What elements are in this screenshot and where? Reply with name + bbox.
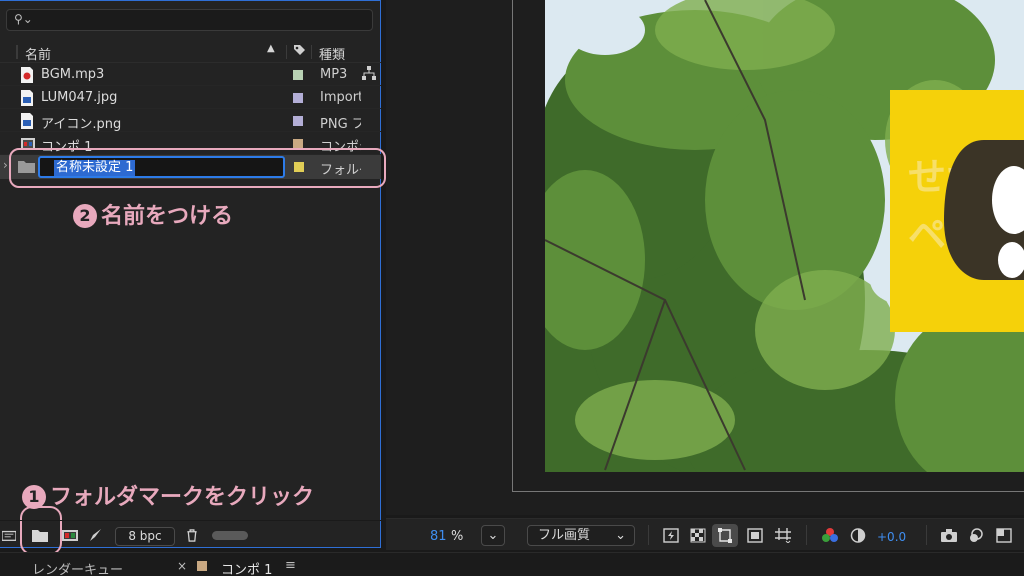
project-panel: ⚲⌄ 名前 ▲ 種類 BGM.mp3 MP3 LUM047.jpg Import xyxy=(0,0,386,555)
camera-snapshot-icon[interactable] xyxy=(941,528,957,543)
color-channels-icon[interactable] xyxy=(822,528,838,543)
search-icon: ⚲⌄ xyxy=(14,12,33,26)
chevron-down-icon: ⌄ xyxy=(615,528,626,543)
mask-path-icon xyxy=(718,528,732,543)
show-snapshot-icon[interactable] xyxy=(968,528,984,543)
item-name: LUM047.jpg xyxy=(41,90,118,105)
label-tag-icon[interactable] xyxy=(293,44,306,57)
column-type-header[interactable]: 種類 xyxy=(319,44,345,63)
toolbar-divider xyxy=(926,525,927,545)
resolution-dropdown[interactable]: フル画質 ⌄ xyxy=(527,525,635,546)
annotation-step2: 2 名前をつける xyxy=(73,198,233,230)
toolbar-divider xyxy=(806,525,807,545)
bottom-tab-bar: レンダーキュー × コンポ 1 ≡ xyxy=(0,552,1024,576)
project-item-row[interactable]: LUM047.jpg Import xyxy=(0,87,381,109)
thumbnail-size-slider[interactable] xyxy=(212,531,248,540)
resolution-value: フル画質 xyxy=(538,528,591,543)
item-name: アイコン.png xyxy=(41,117,122,132)
zoom-value[interactable]: 81 xyxy=(430,529,447,544)
label-color-swatch[interactable] xyxy=(293,93,303,103)
annotation-step-text: 名前をつける xyxy=(101,204,234,229)
annotation-step1: 1 フォルダマークをクリック xyxy=(22,479,314,511)
annotation-highlight-box xyxy=(9,148,386,188)
item-name: BGM.mp3 xyxy=(41,67,105,82)
column-divider[interactable] xyxy=(311,45,312,59)
project-settings-icon[interactable] xyxy=(89,529,103,542)
channel-overlay-icon[interactable] xyxy=(996,528,1012,543)
annotation-step-number: 2 xyxy=(73,204,97,228)
close-icon[interactable]: × xyxy=(177,559,187,573)
label-color-swatch[interactable] xyxy=(293,116,303,126)
interpret-footage-icon[interactable] xyxy=(2,529,16,542)
column-name-header[interactable]: 名前 xyxy=(25,44,51,63)
column-grip[interactable] xyxy=(16,45,18,59)
chevron-down-icon: ⌄ xyxy=(487,528,499,543)
new-composition-icon[interactable] xyxy=(62,529,78,542)
grid-guides-icon[interactable] xyxy=(775,528,791,543)
trash-icon[interactable] xyxy=(185,529,199,542)
exposure-value[interactable]: +0.0 xyxy=(877,530,906,544)
zoom-dropdown[interactable]: ⌄ xyxy=(481,525,505,546)
label-color-swatch[interactable] xyxy=(293,70,303,80)
new-folder-icon[interactable] xyxy=(32,529,48,542)
panel-menu-icon[interactable]: ≡ xyxy=(285,558,296,573)
item-type: Import xyxy=(320,90,361,105)
mask-visibility-button[interactable] xyxy=(712,524,738,547)
toolbar-divider xyxy=(648,525,649,545)
penguin-illustration xyxy=(944,140,1024,280)
flowchart-icon[interactable] xyxy=(362,66,376,80)
project-item-row[interactable]: BGM.mp3 MP3 xyxy=(0,64,381,86)
sort-ascending-icon[interactable]: ▲ xyxy=(267,43,275,54)
region-of-interest-icon[interactable] xyxy=(747,528,763,543)
image-file-icon xyxy=(21,90,33,106)
column-divider[interactable] xyxy=(286,45,287,59)
expand-arrow-icon[interactable]: › xyxy=(3,158,8,172)
icon-overlay-layer[interactable]: せかペン xyxy=(890,90,1024,332)
project-item-row[interactable]: アイコン.png PNG フ xyxy=(0,110,381,132)
audio-file-icon xyxy=(21,67,33,83)
project-search-input[interactable]: ⚲⌄ xyxy=(6,9,373,31)
zoom-unit: % xyxy=(451,529,464,544)
item-type: MP3 xyxy=(320,67,348,82)
bit-depth-button[interactable]: 8 bpc xyxy=(115,527,175,546)
transparency-grid-icon[interactable] xyxy=(690,528,706,543)
fast-preview-icon[interactable] xyxy=(663,528,679,543)
tab-render-queue[interactable]: レンダーキュー xyxy=(32,559,123,576)
comp-label-swatch xyxy=(197,561,207,571)
project-panel-toolbar: 8 bpc xyxy=(0,520,381,549)
tab-composition[interactable]: コンポ 1 xyxy=(221,559,272,576)
exposure-reset-icon[interactable] xyxy=(850,528,866,543)
png-file-icon xyxy=(21,113,33,129)
annotation-step-text: フォルダマークをクリック xyxy=(50,485,315,510)
project-column-header: 名前 ▲ 種類 xyxy=(0,41,381,63)
viewer-toolbar: 81 % ⌄ フル画質 ⌄ +0.0 xyxy=(386,518,1024,550)
item-type: PNG フ xyxy=(320,117,361,132)
composition-viewer[interactable]: せかペン xyxy=(386,0,1024,515)
